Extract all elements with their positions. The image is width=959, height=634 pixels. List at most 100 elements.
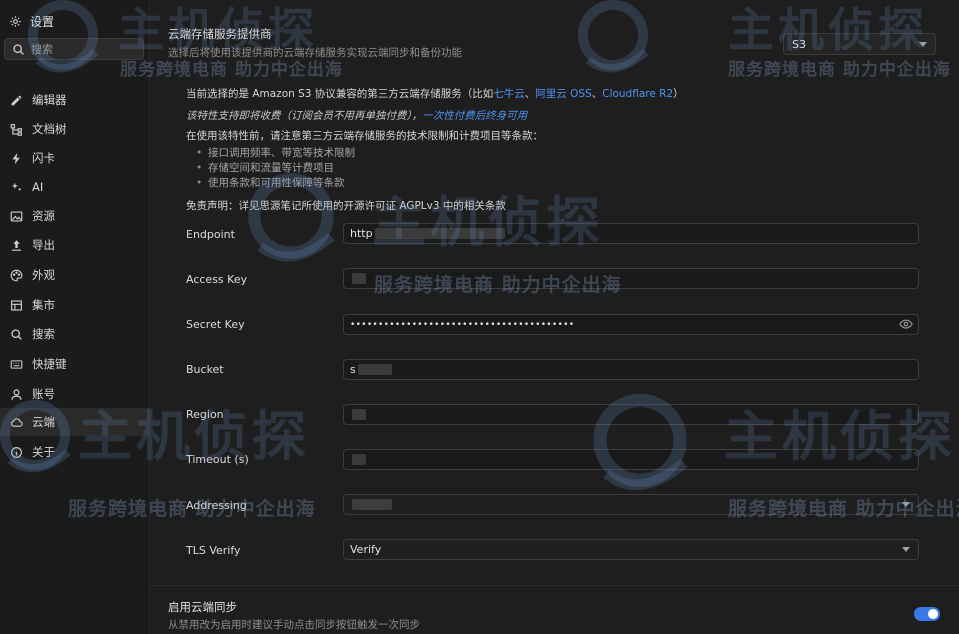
sidebar-item-account[interactable]: 账号: [0, 380, 150, 408]
endpoint-label: Endpoint: [186, 228, 235, 241]
keyboard-icon: [9, 357, 23, 371]
sidebar-item-label: 导出: [32, 238, 55, 252]
link-qiniu[interactable]: 七牛云: [493, 88, 525, 100]
endpoint-value: http: [350, 227, 373, 240]
info-icon: [9, 445, 23, 459]
addressing-select[interactable]: [343, 494, 919, 515]
lifetime-purchase-link[interactable]: 一次性付费后终身可用: [422, 110, 527, 122]
divider: [150, 585, 959, 586]
tls-verify-value: Verify: [350, 543, 382, 556]
sidebar-item-about[interactable]: 关于: [0, 438, 150, 466]
bucket-input[interactable]: s: [343, 359, 919, 380]
timeout-input[interactable]: [343, 449, 919, 470]
bolt-icon: [9, 151, 23, 165]
cloud-sync-title: 启用云端同步: [168, 600, 237, 614]
sidebar-item-assets[interactable]: 资源: [0, 202, 150, 230]
sidebar-item-bazaar[interactable]: 集市: [0, 291, 150, 319]
store-icon: [9, 298, 23, 312]
sidebar-item-label: 搜索: [32, 327, 55, 341]
disclaimer: 免责声明：详见思源笔记所使用的开源许可证 AGPLv3 中的相关条款: [186, 200, 506, 212]
provider-description: 选择后将使用该提供商的云端存储服务实现云端同步和备份功能: [168, 47, 462, 59]
notice-line-2: 该特性支持即将收费（订阅会员不用再单独付费），一次性付费后终身可用: [186, 108, 527, 123]
tree-icon: [9, 122, 23, 136]
sidebar-item-label: 账号: [32, 387, 55, 401]
region-label: Region: [186, 408, 224, 421]
provider-select-value: S3: [792, 37, 806, 51]
list-item: 接口调用频率、带宽等技术限制: [196, 146, 355, 161]
redacted-value: [352, 409, 366, 420]
tls-verify-label: TLS Verify: [186, 544, 241, 557]
separator: 、: [524, 88, 536, 100]
upload-icon: [9, 238, 23, 252]
link-aliyun-oss[interactable]: 阿里云 OSS: [535, 88, 591, 100]
search-icon: [11, 42, 25, 56]
bucket-value: s: [350, 363, 356, 376]
access-key-label: Access Key: [186, 273, 248, 286]
cloud-sync-toggle[interactable]: [914, 607, 940, 621]
palette-icon: [9, 268, 23, 282]
list-item: 使用条款和可用性保障等条款: [196, 176, 355, 191]
redacted-value: [352, 454, 366, 465]
sidebar-search-input[interactable]: 搜索: [4, 38, 144, 60]
sparkle-icon: [9, 180, 23, 194]
sidebar-item-keymap[interactable]: 快捷键: [0, 350, 150, 378]
sidebar-item-label: 文档树: [32, 122, 67, 136]
bucket-label: Bucket: [186, 363, 224, 376]
timeout-label: Timeout (s): [186, 453, 249, 466]
secret-key-label: Secret Key: [186, 318, 245, 331]
sidebar-item-label: 集市: [32, 298, 55, 312]
cloud-settings-panel: 云端存储服务提供商 选择后将使用该提供商的云端存储服务实现云端同步和备份功能 S…: [150, 0, 959, 634]
sidebar-item-label: 外观: [32, 268, 55, 282]
secret-key-value: ••••••••••••••••••••••••••••••••••••••••: [350, 319, 575, 330]
tls-verify-select[interactable]: Verify: [343, 539, 919, 560]
settings-header: 设置: [8, 12, 54, 30]
eye-icon[interactable]: [899, 318, 913, 331]
secret-key-input[interactable]: ••••••••••••••••••••••••••••••••••••••••: [343, 314, 919, 335]
provider-select[interactable]: S3: [783, 33, 936, 55]
redacted-value: [357, 364, 392, 375]
sidebar-item-ai[interactable]: AI: [0, 173, 150, 201]
provider-title: 云端存储服务提供商: [168, 27, 272, 41]
sidebar: 设置 搜索 编辑器 文档树 闪卡 AI 资源 导出 外观 集市 搜索 快捷键 账…: [0, 0, 150, 634]
sidebar-item-filetree[interactable]: 文档树: [0, 115, 150, 143]
sidebar-item-label: 编辑器: [32, 93, 67, 107]
region-input[interactable]: [343, 404, 919, 425]
chevron-down-icon: [919, 42, 927, 47]
sidebar-item-label: 快捷键: [32, 357, 67, 371]
sidebar-item-editor[interactable]: 编辑器: [0, 86, 150, 114]
sidebar-item-label: AI: [32, 180, 44, 194]
sidebar-item-flashcard[interactable]: 闪卡: [0, 144, 150, 172]
notice-line-3: 在使用该特性前，请注意第三方云端存储服务的技术限制和计费项目等条款：: [186, 130, 543, 142]
sidebar-item-label: 闪卡: [32, 151, 55, 165]
pencil-icon: [9, 93, 23, 107]
redacted-value: [352, 499, 392, 510]
cloud-icon: [9, 415, 23, 429]
list-item: 存储空间和流量等计费项目: [196, 161, 355, 176]
cloud-sync-description: 从禁用改为启用时建议手动点击同步按钮触发一次同步: [168, 619, 420, 631]
sidebar-item-label: 关于: [32, 445, 55, 459]
notice-text: 当前选择的是 Amazon S3 协议兼容的第三方云端存储服务（比如: [186, 88, 494, 100]
settings-title: 设置: [30, 14, 55, 29]
sidebar-item-export[interactable]: 导出: [0, 231, 150, 259]
addressing-label: Addressing: [186, 499, 247, 512]
paid-feature-note: 该特性支持即将收费（订阅会员不用再单独付费），: [186, 110, 423, 122]
sidebar-item-label: 资源: [32, 209, 55, 223]
chevron-down-icon: [902, 547, 910, 552]
notice-text: ）: [673, 88, 684, 100]
sidebar-item-appearance[interactable]: 外观: [0, 261, 150, 289]
sidebar-item-search[interactable]: 搜索: [0, 320, 150, 348]
sidebar-item-label: 云端: [32, 415, 55, 429]
notice-line-1: 当前选择的是 Amazon S3 协议兼容的第三方云端存储服务（比如七牛云、阿里…: [186, 86, 684, 101]
endpoint-input[interactable]: http: [343, 223, 919, 244]
image-icon: [9, 209, 23, 223]
terms-list: 接口调用频率、带宽等技术限制 存储空间和流量等计费项目 使用条款和可用性保障等条…: [196, 146, 355, 191]
link-cloudflare-r2[interactable]: Cloudflare R2: [602, 88, 673, 100]
redacted-value: [374, 228, 505, 239]
user-icon: [9, 387, 23, 401]
chevron-down-icon: [902, 502, 910, 507]
sidebar-search-placeholder: 搜索: [31, 43, 53, 56]
sidebar-item-cloud[interactable]: 云端: [0, 408, 150, 436]
access-key-input[interactable]: [343, 268, 919, 289]
search-icon: [9, 327, 23, 341]
toggle-knob: [928, 609, 938, 619]
